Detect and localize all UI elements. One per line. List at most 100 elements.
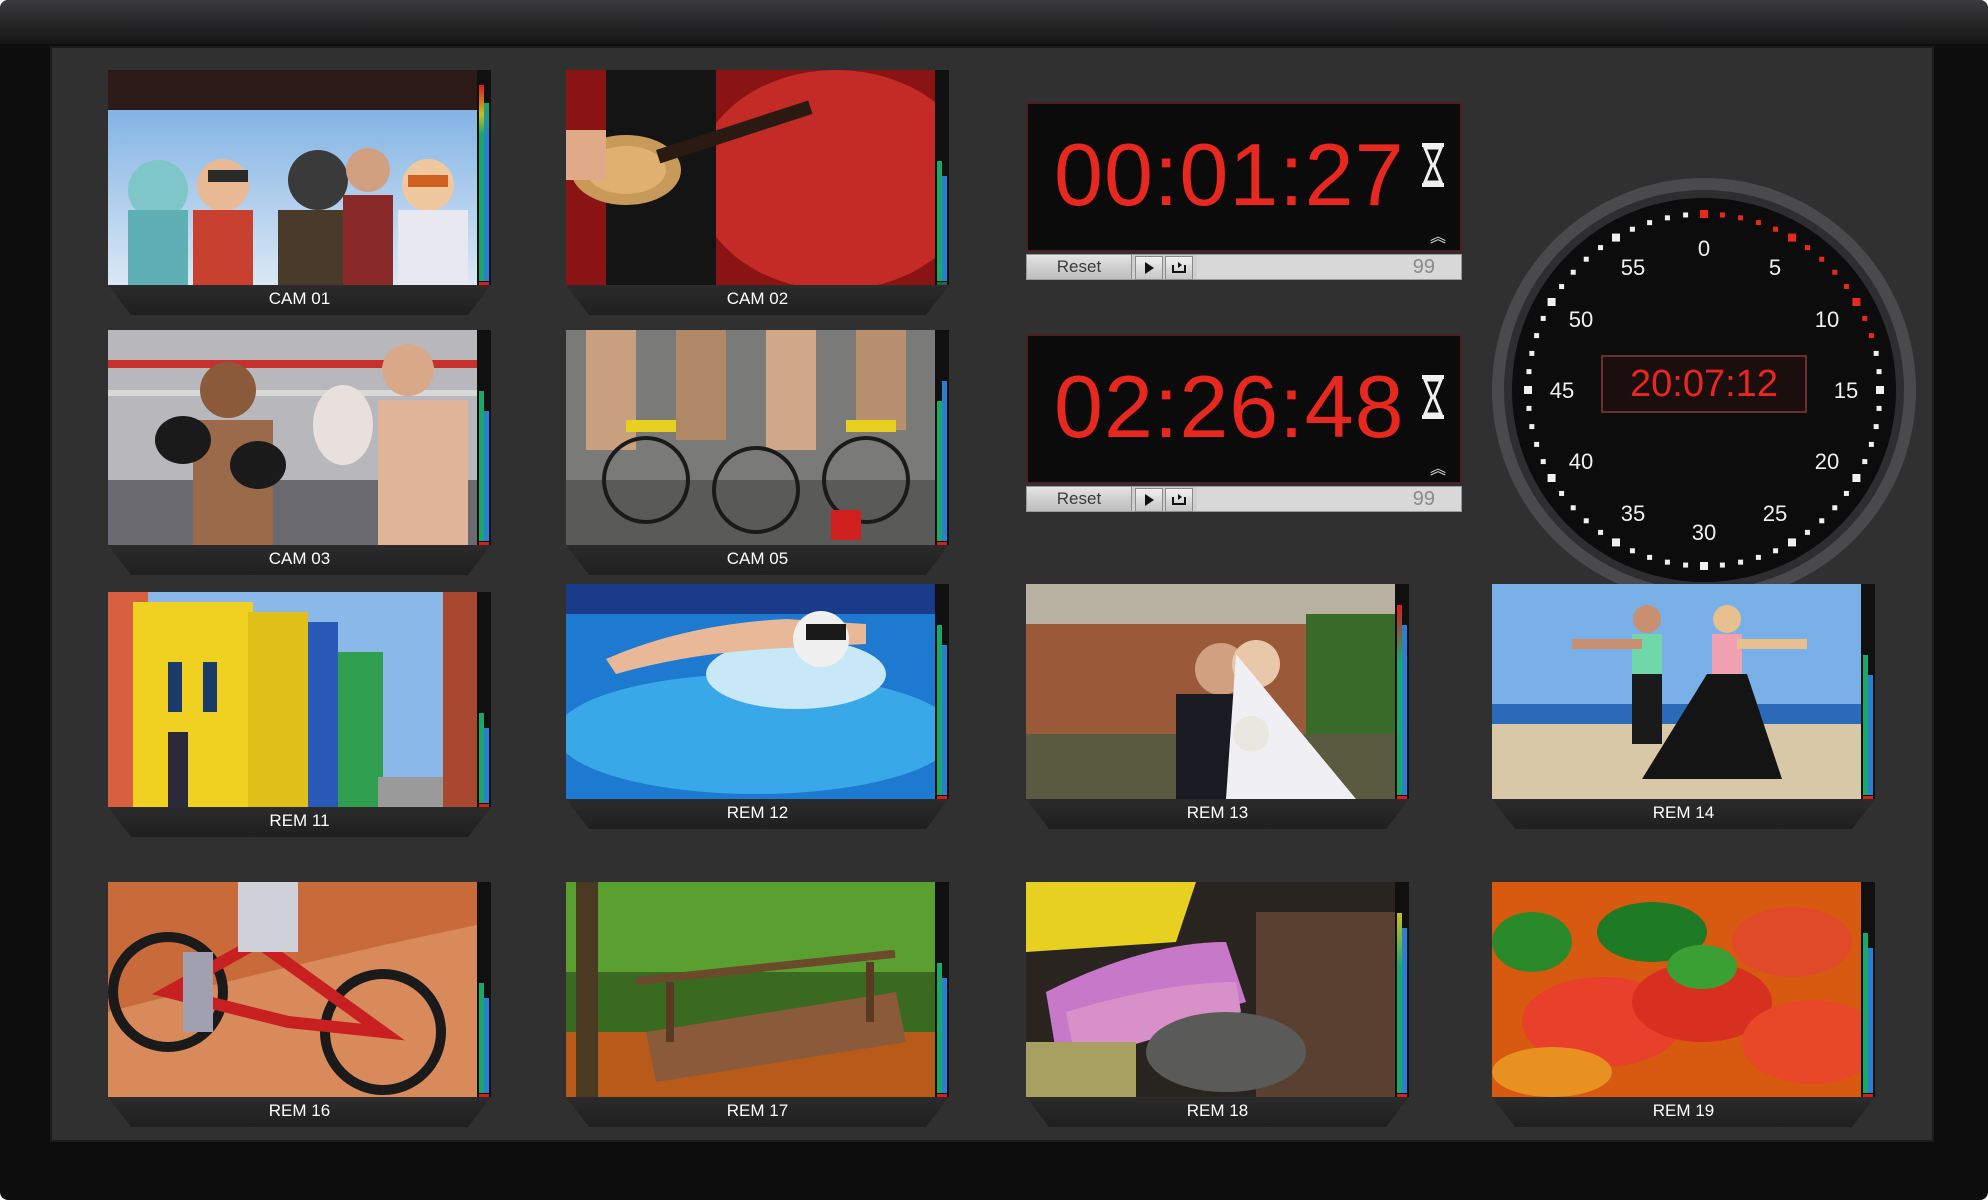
clock-second-dot — [1647, 220, 1653, 226]
play-button[interactable] — [1135, 256, 1163, 280]
video-thumbnail — [566, 70, 949, 285]
tile-label: REM 14 — [1652, 803, 1715, 822]
clock-second-dot — [1547, 474, 1556, 482]
clock-numeral: 30 — [1692, 520, 1716, 545]
clock-numeral: 45 — [1550, 378, 1574, 403]
clock-second-dot — [1559, 490, 1565, 496]
reset-button[interactable]: Reset — [1027, 255, 1132, 279]
clock-numeral: 25 — [1763, 501, 1787, 526]
video-thumbnail — [566, 330, 949, 545]
tile-label: REM 11 — [269, 811, 330, 830]
clock-second-dot — [1738, 559, 1744, 565]
clock-second-dot — [1862, 459, 1868, 465]
clock-second-dot — [1559, 284, 1565, 290]
video-thumbnail — [108, 70, 491, 285]
clock-numeral: 20 — [1815, 449, 1839, 474]
audio-meter — [935, 584, 949, 799]
tile-label: CAM 03 — [268, 549, 331, 568]
clock-second-dot — [1843, 490, 1849, 496]
clock-second-dot — [1570, 505, 1576, 511]
clock-second-dot — [1852, 474, 1861, 482]
clock-second-dot — [1629, 548, 1635, 554]
clock-second-dot — [1664, 215, 1670, 221]
clock-second-dot — [1647, 554, 1653, 560]
clock-second-dot — [1598, 529, 1604, 535]
tile-label: REM 12 — [726, 803, 789, 822]
clock-second-dot — [1700, 210, 1708, 218]
audio-meter — [477, 330, 491, 545]
chevron-up-icon[interactable]: ︽ — [1430, 462, 1446, 478]
audio-meter — [1395, 882, 1409, 1097]
video-thumbnail — [566, 584, 949, 799]
hourglass-icon — [1422, 375, 1444, 419]
play-icon — [1145, 262, 1154, 274]
clock-numeral: 15 — [1834, 378, 1858, 403]
clock-numeral: 10 — [1815, 307, 1839, 332]
clock-second-dot — [1526, 405, 1532, 411]
timer-preset-field[interactable]: 99 — [1197, 487, 1461, 511]
timer-controls: Reset 99 — [1026, 254, 1462, 280]
play-icon — [1145, 494, 1154, 506]
clock-second-dot — [1832, 269, 1838, 275]
clock-second-dot — [1540, 459, 1546, 465]
timer-preset-field[interactable]: 99 — [1197, 255, 1461, 279]
tile-label: CAM 01 — [268, 289, 331, 308]
clock-second-dot — [1534, 333, 1540, 339]
audio-meter — [477, 882, 491, 1097]
clock-second-dot — [1862, 315, 1868, 321]
reset-button[interactable]: Reset — [1027, 487, 1132, 511]
video-thumbnail — [108, 882, 491, 1097]
clock-second-dot — [1629, 226, 1635, 232]
clock-second-dot — [1683, 212, 1689, 218]
video-thumbnail — [1026, 882, 1409, 1097]
clock-second-dot — [1843, 284, 1849, 290]
loop-button[interactable] — [1165, 256, 1193, 280]
clock-second-dot — [1526, 369, 1532, 375]
hourglass-icon — [1422, 143, 1444, 187]
loop-icon — [1172, 262, 1186, 273]
clock-second-dot — [1773, 548, 1779, 554]
clock-second-dot — [1876, 369, 1882, 375]
monitor-frame: CAM 01 CAM 02 CAM 03 CAM 05 00:01:27 ︽ R… — [0, 0, 1988, 1200]
timer-display: 02:26:48 ︽ — [1026, 334, 1462, 484]
play-button[interactable] — [1135, 488, 1163, 512]
tile-label: REM 18 — [1186, 1101, 1249, 1120]
loop-button[interactable] — [1165, 488, 1193, 512]
clock-second-dot — [1534, 441, 1540, 447]
video-thumbnail — [1026, 584, 1409, 799]
tile-label: CAM 05 — [726, 549, 789, 568]
clock-numeral: 40 — [1569, 449, 1593, 474]
clock-second-dot — [1570, 269, 1576, 275]
clock-numeral: 35 — [1621, 501, 1645, 526]
multiviewer-screen: CAM 01 CAM 02 CAM 03 CAM 05 00:01:27 ︽ R… — [50, 46, 1934, 1142]
clock-second-dot — [1773, 226, 1779, 232]
clock-second-dot — [1788, 538, 1796, 547]
clock-second-dot — [1873, 350, 1879, 356]
video-thumbnail — [108, 330, 491, 545]
clock-second-dot — [1524, 386, 1532, 394]
audio-meter — [1861, 882, 1875, 1097]
clock-second-dot — [1868, 441, 1874, 447]
clock-second-dot — [1719, 212, 1725, 218]
chevron-up-icon[interactable]: ︽ — [1430, 230, 1446, 246]
timer-controls: Reset 99 — [1026, 486, 1462, 512]
clock-time: 20:07:12 — [1630, 363, 1778, 405]
clock-second-dot — [1547, 298, 1556, 306]
tile-label: REM 17 — [726, 1101, 789, 1120]
video-thumbnail — [566, 882, 949, 1097]
clock-second-dot — [1876, 405, 1882, 411]
timer-digits: 00:01:27 — [1054, 125, 1405, 224]
clock-second-dot — [1583, 256, 1589, 262]
tile-label: REM 13 — [1186, 803, 1249, 822]
clock-second-dot — [1529, 424, 1535, 430]
bezel-gloss — [0, 0, 1988, 44]
timer-display: 00:01:27 ︽ — [1026, 102, 1462, 252]
clock-second-dot — [1755, 554, 1761, 560]
audio-meter — [477, 592, 491, 807]
clock-second-dot — [1540, 315, 1546, 321]
clock-second-dot — [1664, 559, 1670, 565]
clock-second-dot — [1719, 562, 1725, 568]
tile-label: REM 16 — [268, 1101, 331, 1120]
tile-label: CAM 02 — [726, 289, 789, 308]
clock-second-dot — [1738, 215, 1744, 221]
